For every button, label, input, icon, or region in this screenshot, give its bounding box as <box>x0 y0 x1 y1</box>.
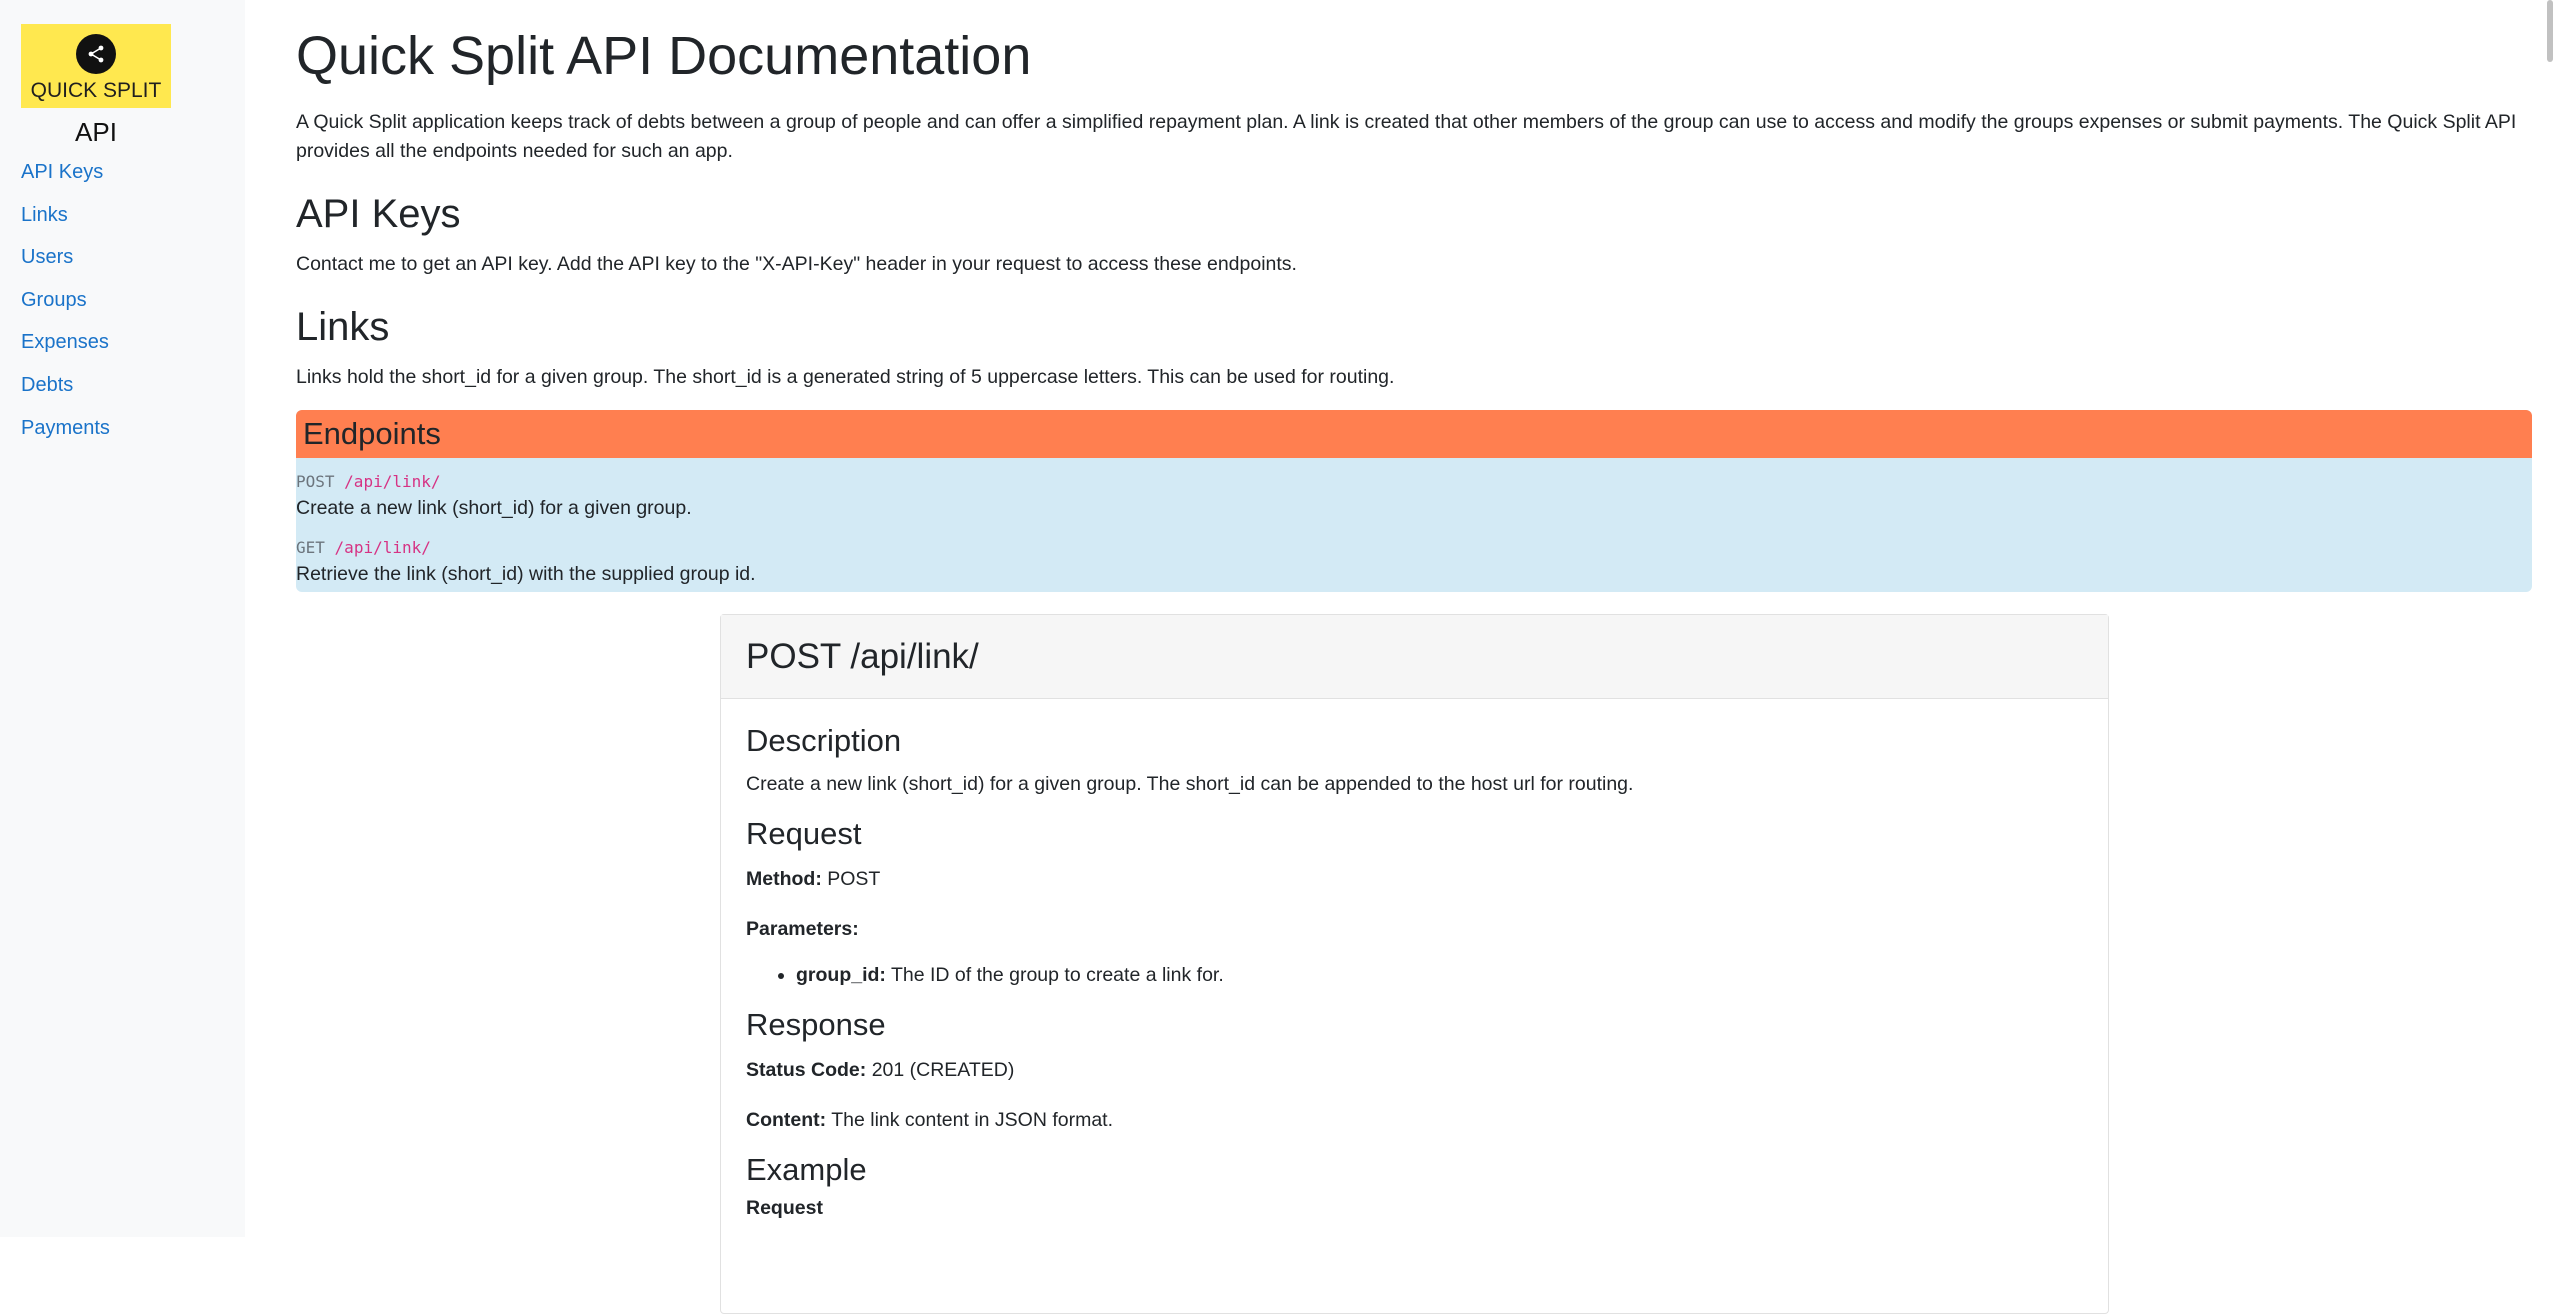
endpoint-item[interactable]: POST /api/link/ Create a new link (short… <box>296 458 2532 522</box>
method-label: Method: <box>746 868 822 890</box>
sidebar-item-links[interactable]: Links <box>21 204 68 226</box>
endpoint-method: POST <box>296 472 335 491</box>
status-label: Status Code: <box>746 1059 867 1081</box>
sidebar-item-payments[interactable]: Payments <box>21 417 110 439</box>
links-text: Links hold the short_id for a given grou… <box>296 366 1395 388</box>
sidebar-api-title: API <box>75 117 117 147</box>
endpoints-panel: Endpoints POST /api/link/ Create a new l… <box>296 410 2532 592</box>
endpoint-item[interactable]: GET /api/link/ Retrieve the link (short_… <box>296 522 2532 588</box>
scrollbar-thumb[interactable] <box>2547 0 2553 62</box>
param-description: The ID of the group to create a link for… <box>890 964 1224 986</box>
list-item: group_id: The ID of the group to create … <box>796 961 2083 989</box>
share-icon <box>76 34 116 74</box>
sidebar: QUICK SPLIT API API Keys Links Users Gro… <box>0 0 245 1237</box>
logo-text: QUICK SPLIT <box>30 79 162 102</box>
endpoint-description: Retrieve the link (short_id) with the su… <box>296 563 756 585</box>
sidebar-item-users[interactable]: Users <box>21 246 73 268</box>
api-keys-heading: API Keys <box>296 192 461 236</box>
example-request-label-row: Request <box>746 1194 2083 1222</box>
request-heading: Request <box>746 816 862 851</box>
description-text: Create a new link (short_id) for a given… <box>746 773 1634 795</box>
content-label: Content: <box>746 1109 827 1131</box>
endpoint-method: GET <box>296 538 325 557</box>
page-title: Quick Split API Documentation <box>296 26 1032 86</box>
api-keys-text: Contact me to get an API key. Add the AP… <box>296 253 1297 275</box>
status-row: Status Code: 201 (CREATED) <box>746 1056 2083 1084</box>
example-heading: Example <box>746 1152 867 1187</box>
endpoint-description: Create a new link (short_id) for a given… <box>296 497 692 519</box>
status-value: 201 (CREATED) <box>871 1059 1015 1081</box>
card-header-title: POST /api/link/ <box>721 615 2108 699</box>
sidebar-item-api-keys[interactable]: API Keys <box>21 161 103 183</box>
endpoints-heading: Endpoints <box>296 410 2532 458</box>
card-body: Description Create a new link (short_id)… <box>721 699 2108 1222</box>
response-heading: Response <box>746 1007 886 1042</box>
quick-split-logo[interactable]: QUICK SPLIT <box>21 24 171 108</box>
description-heading: Description <box>746 723 902 758</box>
param-name: group_id: <box>796 964 886 986</box>
intro-text: A Quick Split application keeps track of… <box>296 111 2517 162</box>
example-request-label: Request <box>746 1197 823 1219</box>
sidebar-item-expenses[interactable]: Expenses <box>21 331 109 353</box>
sidebar-nav: API Keys Links Users Groups Expenses Deb… <box>21 158 245 456</box>
content-value: The link content in JSON format. <box>831 1109 1114 1131</box>
parameters-list: group_id: The ID of the group to create … <box>746 961 2083 989</box>
links-heading: Links <box>296 305 390 349</box>
sidebar-item-debts[interactable]: Debts <box>21 374 73 396</box>
main-content: Quick Split API Documentation A Quick Sp… <box>296 0 2532 1314</box>
page-scrollbar[interactable] <box>2544 0 2556 1237</box>
parameters-row: Parameters: <box>746 915 2083 943</box>
parameters-label: Parameters: <box>746 918 859 940</box>
content-row: Content: The link content in JSON format… <box>746 1106 2083 1134</box>
sidebar-item-groups[interactable]: Groups <box>21 289 87 311</box>
method-row: Method: POST <box>746 865 2083 893</box>
endpoint-path: /api/link/ <box>334 538 431 557</box>
endpoint-detail-card: POST /api/link/ Description Create a new… <box>720 614 2109 1314</box>
method-value: POST <box>827 868 881 890</box>
endpoint-path: /api/link/ <box>344 472 441 491</box>
